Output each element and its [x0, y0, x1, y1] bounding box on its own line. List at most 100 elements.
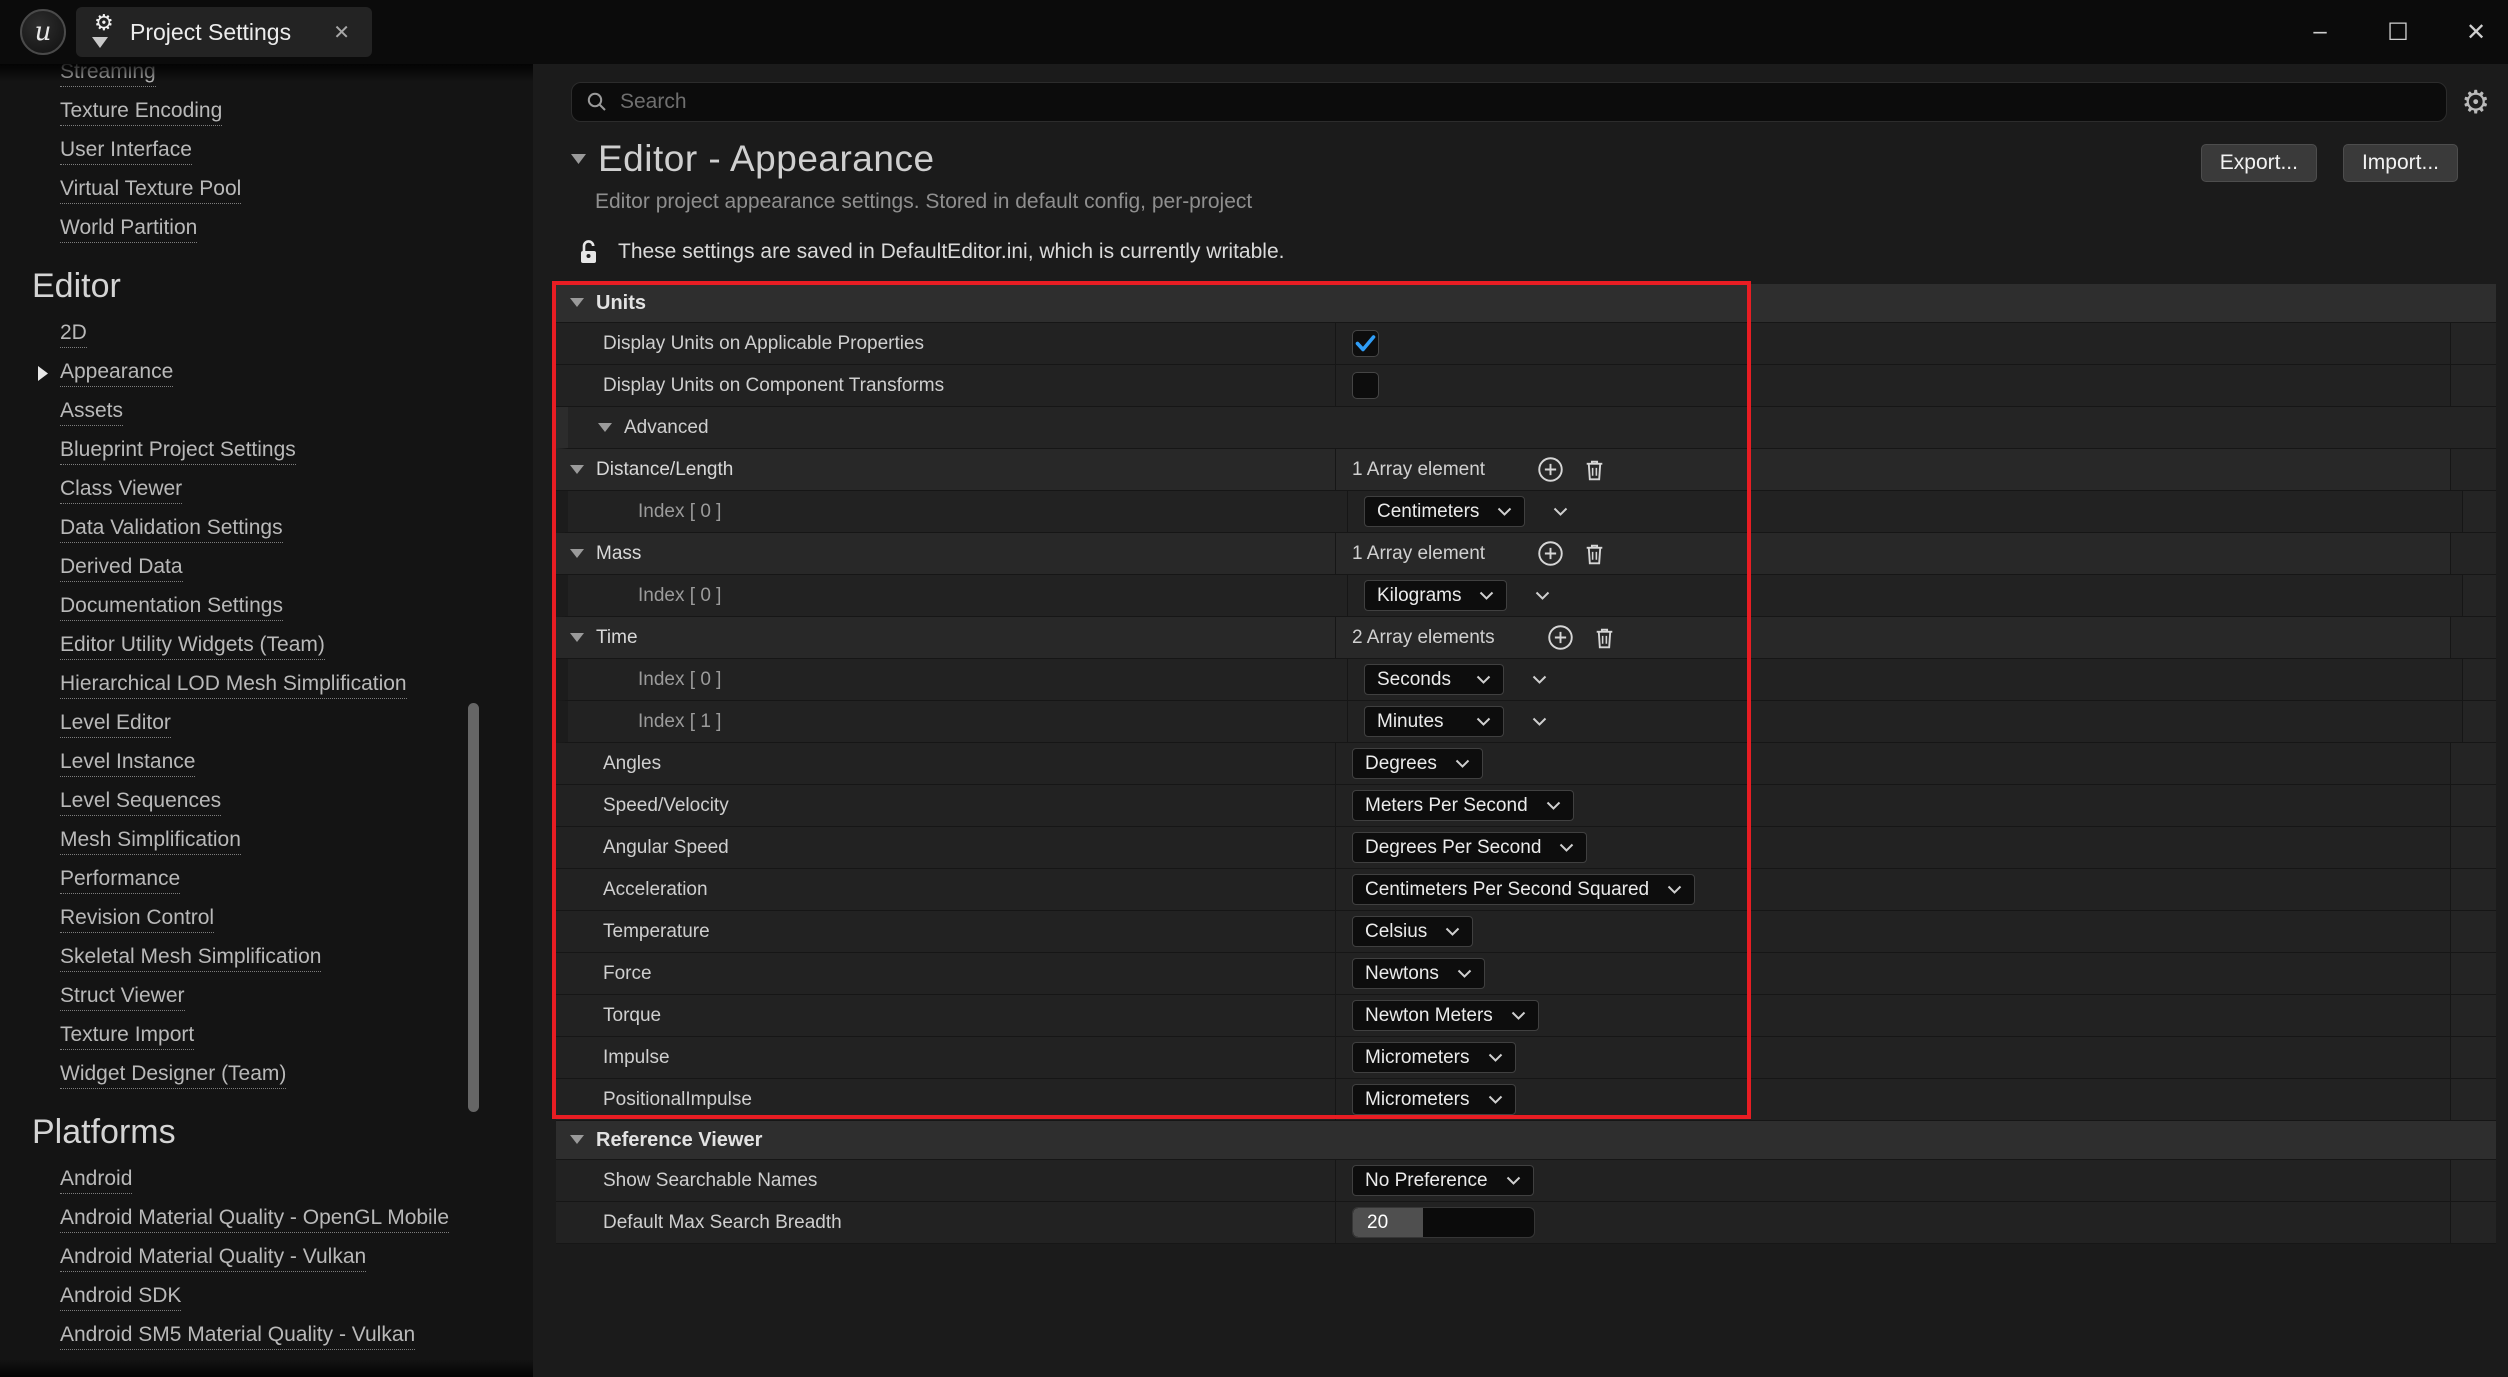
unit-dropdown-seconds[interactable]: Seconds	[1364, 664, 1504, 695]
sidebar-item-hierarchical-lod-mesh-simplification[interactable]: Hierarchical LOD Mesh Simplification	[0, 666, 533, 705]
section-label: Units	[596, 292, 646, 315]
row-index-1-: Index [ 1 ] Minutes	[556, 701, 2496, 743]
index-label: Index [ 1 ]	[638, 711, 721, 733]
array-count: 1 Array element	[1352, 543, 1485, 565]
import-button[interactable]: Import...	[2343, 144, 2458, 182]
tab-title: Project Settings	[130, 19, 327, 46]
array-triangle-icon[interactable]	[570, 465, 584, 475]
delete-array-icon	[1582, 457, 1607, 483]
sidebar-item-android-sdk[interactable]: Android SDK	[0, 1278, 533, 1317]
sidebar-item-level-instance[interactable]: Level Instance	[0, 744, 533, 783]
unlock-icon	[578, 238, 600, 266]
settings-gear-icon[interactable]: ⚙	[2461, 83, 2490, 121]
row-angular-speed: Angular SpeedDegrees Per Second	[556, 827, 2496, 869]
sidebar-item-user-interface[interactable]: User Interface	[0, 132, 533, 171]
minimize-button[interactable]: –	[2302, 18, 2338, 46]
array-triangle-icon[interactable]	[570, 549, 584, 559]
subsection-triangle-icon[interactable]	[598, 423, 612, 433]
row-reference-viewer[interactable]: Reference Viewer	[556, 1121, 2496, 1160]
sidebar-item-android-sm5-material-quality-vulkan[interactable]: Android SM5 Material Quality - Vulkan	[0, 1317, 533, 1356]
sidebar-item-streaming[interactable]: Streaming	[0, 64, 533, 93]
sidebar-item-blueprint-project-settings[interactable]: Blueprint Project Settings	[0, 432, 533, 471]
row-angles: AnglesDegrees	[556, 743, 2496, 785]
sidebar-item-skeletal-mesh-simplification[interactable]: Skeletal Mesh Simplification	[0, 939, 533, 978]
checkbox-display-units-on-applicable-properties[interactable]	[1352, 330, 1379, 357]
search-bar[interactable]	[571, 82, 2447, 122]
dropdown-force[interactable]: Newtons	[1352, 958, 1485, 989]
dropdown-temperature[interactable]: Celsius	[1352, 916, 1473, 947]
sidebar-item-mesh-simplification[interactable]: Mesh Simplification	[0, 822, 533, 861]
unit-dropdown-minutes[interactable]: Minutes	[1364, 706, 1504, 737]
sidebar-scrollbar[interactable]	[468, 703, 479, 1112]
collapse-triangle-icon[interactable]	[571, 154, 586, 165]
element-options-chevron-icon[interactable]	[1532, 717, 1547, 726]
dropdown-positionalimpulse[interactable]: Micrometers	[1352, 1084, 1516, 1115]
sidebar-item-android[interactable]: Android	[0, 1161, 533, 1200]
add-array-element-button[interactable]	[1537, 540, 1564, 567]
delete-array-button[interactable]	[1582, 541, 1607, 567]
row-torque: Torque Newton Meters	[556, 995, 2496, 1037]
sidebar-item-revision-control[interactable]: Revision Control	[0, 900, 533, 939]
sidebar-item-data-validation-settings[interactable]: Data Validation Settings	[0, 510, 533, 549]
row-advanced[interactable]: Advanced	[556, 407, 2496, 449]
sidebar-item-struct-viewer[interactable]: Struct Viewer	[0, 978, 533, 1017]
tab-close-icon[interactable]: ✕	[327, 18, 356, 47]
sidebar-item-appearance[interactable]: Appearance	[0, 354, 533, 393]
sidebar-item-documentation-settings[interactable]: Documentation Settings	[0, 588, 533, 627]
element-options-chevron-icon[interactable]	[1535, 591, 1550, 600]
property-label: Torque	[603, 1005, 661, 1027]
delete-array-button[interactable]	[1592, 625, 1617, 651]
row-units[interactable]: Units	[556, 284, 2496, 323]
tab-project-settings[interactable]: ⚙ Project Settings ✕	[76, 7, 372, 57]
sidebar-item-android-material-quality-vulkan[interactable]: Android Material Quality - Vulkan	[0, 1239, 533, 1278]
index-label: Index [ 0 ]	[638, 501, 721, 523]
add-array-element-button[interactable]	[1547, 624, 1574, 651]
sidebar-item-texture-encoding[interactable]: Texture Encoding	[0, 93, 533, 132]
sidebar-item-editor-utility-widgets-team-[interactable]: Editor Utility Widgets (Team)	[0, 627, 533, 666]
row-temperature: TemperatureCelsius	[556, 911, 2496, 953]
spinbox-default-max-search-breadth[interactable]: 20	[1352, 1207, 1535, 1238]
sidebar-item-class-viewer[interactable]: Class Viewer	[0, 471, 533, 510]
dropdown-impulse[interactable]: Micrometers	[1352, 1042, 1516, 1073]
checkbox-display-units-on-component-transforms[interactable]	[1352, 372, 1379, 399]
unit-dropdown-kilograms[interactable]: Kilograms	[1364, 580, 1507, 611]
dropdown-speed-velocity[interactable]: Meters Per Second	[1352, 790, 1574, 821]
sidebar-item-performance[interactable]: Performance	[0, 861, 533, 900]
chevron-down-icon	[1511, 1011, 1526, 1020]
sidebar-item-level-editor[interactable]: Level Editor	[0, 705, 533, 744]
element-options-chevron-icon[interactable]	[1553, 507, 1568, 516]
close-button[interactable]: ✕	[2458, 18, 2494, 47]
selected-arrow-icon	[38, 366, 48, 381]
sidebar-item-world-partition[interactable]: World Partition	[0, 210, 533, 249]
sidebar-item-derived-data[interactable]: Derived Data	[0, 549, 533, 588]
delete-array-button[interactable]	[1582, 457, 1607, 483]
subsection-label: Advanced	[624, 417, 709, 439]
sidebar-item-android-material-quality-opengl-mobile[interactable]: Android Material Quality - OpenGL Mobile	[0, 1200, 533, 1239]
section-triangle-icon[interactable]	[570, 298, 584, 308]
dropdown-angles[interactable]: Degrees	[1352, 748, 1483, 779]
maximize-button[interactable]: ☐	[2380, 18, 2416, 47]
add-array-element-button[interactable]	[1537, 456, 1564, 483]
property-label: Impulse	[603, 1047, 670, 1069]
chevron-down-icon	[1476, 675, 1491, 684]
export-button[interactable]: Export...	[2201, 144, 2317, 182]
dropdown-show-searchable-names[interactable]: No Preference	[1352, 1165, 1534, 1196]
section-triangle-icon[interactable]	[570, 1135, 584, 1145]
search-input[interactable]	[620, 90, 2432, 114]
unit-dropdown-centimeters[interactable]: Centimeters	[1364, 496, 1525, 527]
sidebar-item-level-sequences[interactable]: Level Sequences	[0, 783, 533, 822]
window-controls: – ☐ ✕	[2302, 0, 2494, 64]
dropdown-acceleration[interactable]: Centimeters Per Second Squared	[1352, 874, 1695, 905]
search-icon	[586, 91, 608, 113]
sidebar-item-texture-import[interactable]: Texture Import	[0, 1017, 533, 1056]
dropdown-torque[interactable]: Newton Meters	[1352, 1000, 1539, 1031]
sidebar-item-2d[interactable]: 2D	[0, 315, 533, 354]
element-options-chevron-icon[interactable]	[1532, 675, 1547, 684]
sidebar-item-widget-designer-team-[interactable]: Widget Designer (Team)	[0, 1056, 533, 1095]
array-label: Time	[596, 627, 638, 649]
dropdown-angular-speed[interactable]: Degrees Per Second	[1352, 832, 1587, 863]
project-settings-window: u ⚙ Project Settings ✕ – ☐ ✕ StreamingTe…	[0, 0, 2508, 1377]
sidebar-item-assets[interactable]: Assets	[0, 393, 533, 432]
sidebar-item-virtual-texture-pool[interactable]: Virtual Texture Pool	[0, 171, 533, 210]
array-triangle-icon[interactable]	[570, 633, 584, 643]
